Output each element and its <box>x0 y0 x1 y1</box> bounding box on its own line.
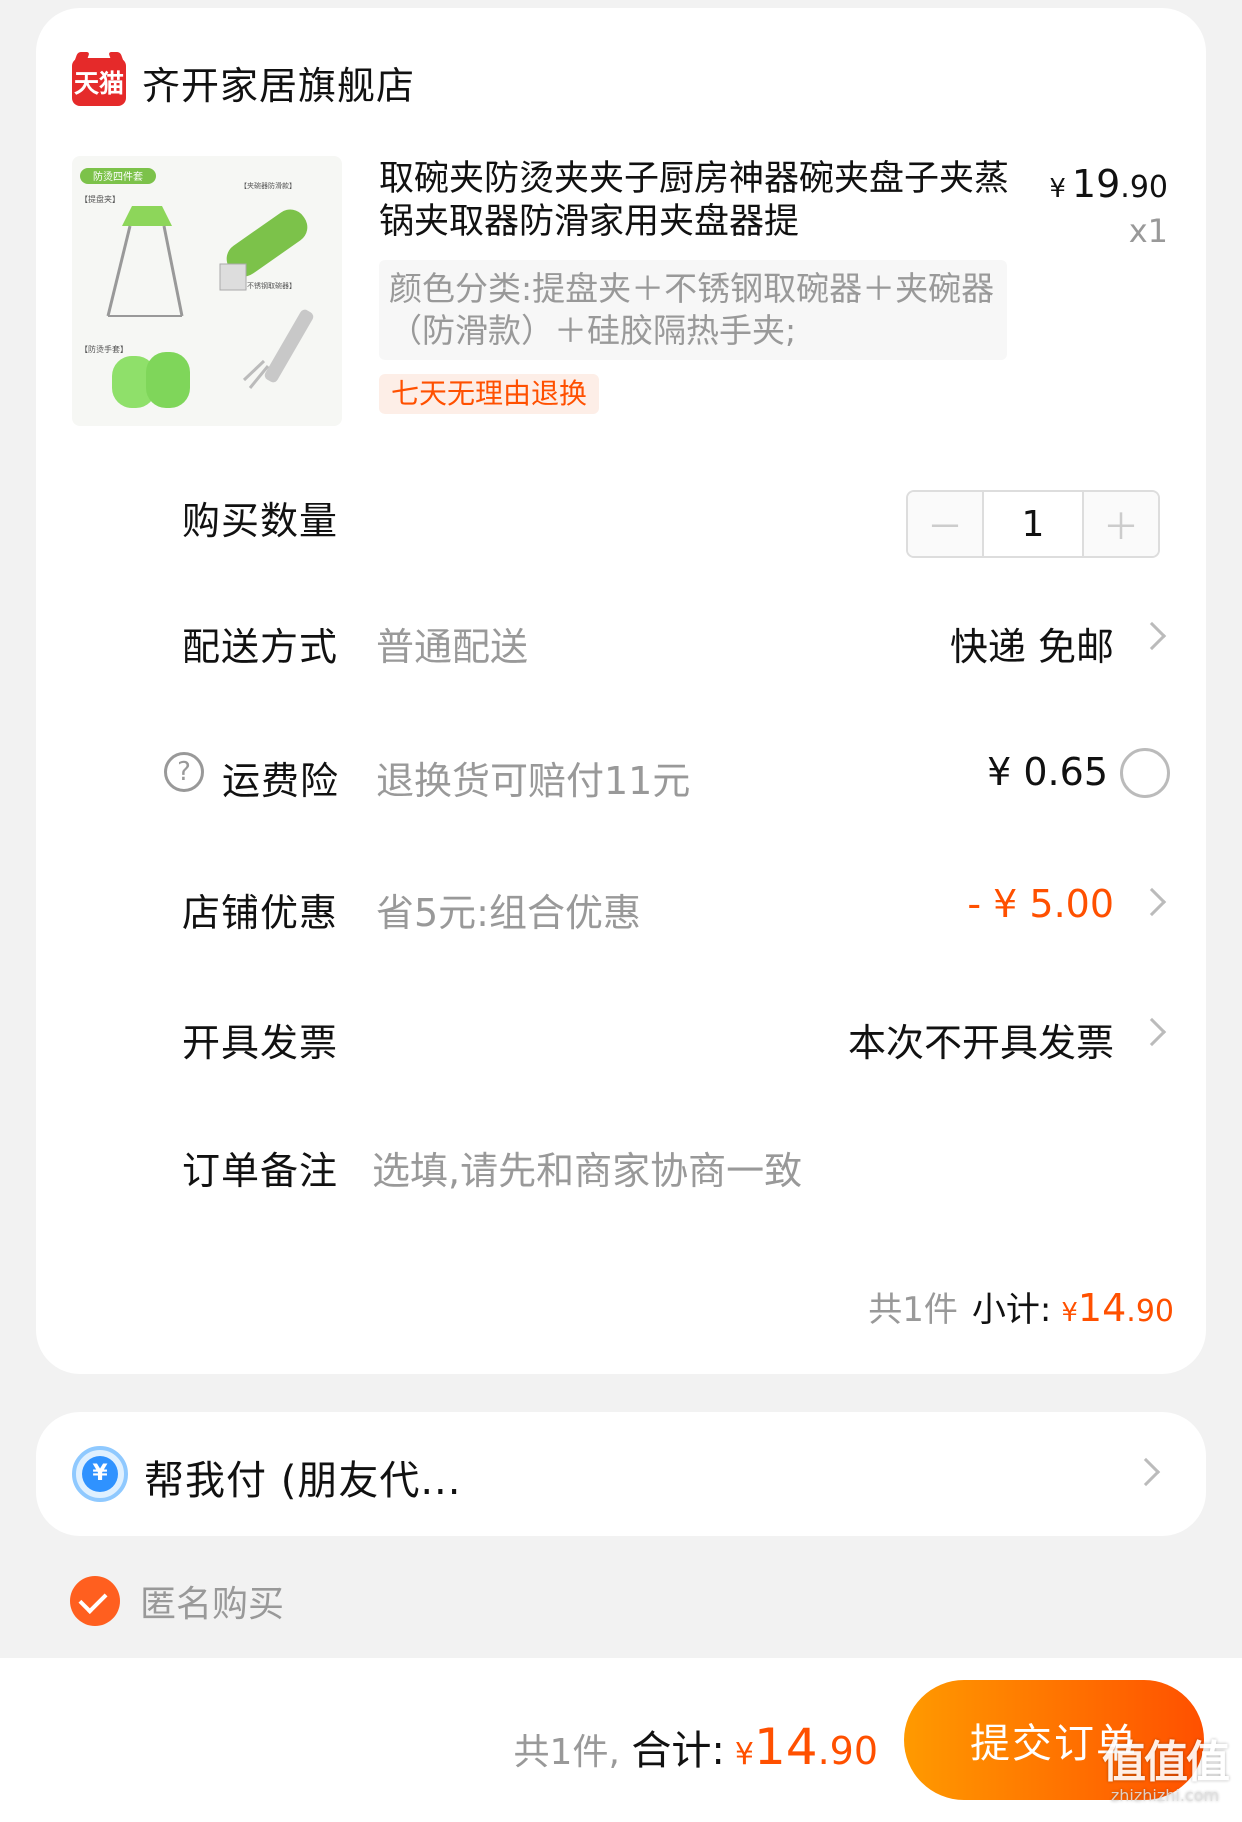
insurance-radio[interactable] <box>1120 748 1170 798</box>
discount-label: 店铺优惠 <box>182 891 339 935</box>
product-title[interactable]: 取碗夹防烫夹夹子厨房神器碗夹盘子夹蒸锅夹取器防滑家用夹盘器提 <box>379 158 1009 244</box>
friend-pay-label: 帮我付 (朋友代... <box>144 1458 462 1504</box>
invoice-label: 开具发票 <box>182 1021 339 1065</box>
delivery-value: 快递 免邮 <box>949 625 1114 669</box>
image-label-plate-clip: 【提盘夹】 <box>80 194 120 204</box>
image-label-bowl-clip: 【夹碗器防滑款】 <box>240 181 296 190</box>
total-label: 合计: <box>631 1728 725 1774</box>
quantity-minus-button[interactable]: － <box>908 492 982 556</box>
subtotal-currency: ¥ <box>1061 1298 1078 1328</box>
note-label: 订单备注 <box>182 1149 339 1193</box>
tmall-logo-text: 天猫 <box>73 69 124 98</box>
quantity-value[interactable]: 1 <box>982 492 1084 556</box>
watermark: 值值值 zhizhizhi.com <box>1102 1737 1230 1806</box>
total-currency: ¥ <box>734 1737 754 1772</box>
insurance-label: 运费险 <box>222 759 340 803</box>
chevron-right-icon <box>1137 1017 1167 1047</box>
image-label-gloves: 【防烫手套】 <box>80 344 128 354</box>
price-decimal: .90 <box>1120 170 1168 205</box>
watermark-logo: 值值值 <box>1102 1737 1230 1788</box>
yuan-coin-icon: ¥ <box>72 1446 128 1502</box>
delivery-row[interactable]: 配送方式 普通配送 快递 免邮 <box>36 608 1206 669</box>
store-header[interactable]: 天猫 齐开家居旗舰店 <box>72 52 415 112</box>
yuan-coin-glyph: ¥ <box>82 1456 118 1492</box>
order-note-input[interactable]: 选填,请先和商家协商一致 <box>372 1140 802 1195</box>
image-label-steel-gripper: 【不锈钢取碗器】 <box>240 281 296 290</box>
order-note-row: 订单备注 选填,请先和商家协商一致 <box>36 1132 1206 1195</box>
subtotal-count: 共1件 <box>868 1290 958 1330</box>
total-integer: 14 <box>753 1718 818 1776</box>
return-policy-badge: 七天无理由退换 <box>379 374 600 414</box>
total-count: 共1件, <box>513 1732 620 1773</box>
price-currency: ¥ <box>1049 174 1066 204</box>
price-integer: 19 <box>1071 162 1121 206</box>
subtotal-integer: 14 <box>1077 1286 1127 1330</box>
chevron-right-icon <box>1131 1457 1161 1487</box>
help-icon[interactable]: ? <box>164 752 204 792</box>
quantity-label: 购买数量 <box>182 499 339 543</box>
friend-pay-row[interactable]: ¥ 帮我付 (朋友代... <box>36 1412 1206 1536</box>
bottom-bar: 共1件, 合计: ¥14.90 提交订单 值值值 zhizhizhi.com <box>0 1658 1242 1822</box>
discount-desc: 省5元:组合优惠 <box>376 891 641 935</box>
watermark-url: zhizhizhi.com <box>1110 1786 1220 1805</box>
product-image-drawing: 防烫四件套 【提盘夹】 【夹碗器防滑款】 【不锈钢取碗器】 【防烫手套】 <box>80 168 314 408</box>
delivery-desc: 普通配送 <box>376 625 529 669</box>
subtotal-decimal: .90 <box>1126 1294 1174 1329</box>
product-image[interactable]: 防烫四件套 【提盘夹】 【夹碗器防滑款】 【不锈钢取碗器】 【防烫手套】 <box>72 156 342 426</box>
sku-description[interactable]: 颜色分类:提盘夹＋不锈钢取碗器＋夹碗器（防滑款）＋硅胶隔热手夹; <box>379 260 1007 360</box>
tmall-logo: 天猫 <box>72 58 126 106</box>
total-decimal: .90 <box>817 1729 878 1773</box>
discount-value: - ¥ 5.00 <box>967 882 1114 926</box>
order-card: 天猫 齐开家居旗舰店 防烫四件套 【提盘夹】 【夹碗器防滑款】 【不锈钢取碗器】… <box>36 8 1206 1374</box>
product-price: ¥19.90 <box>1049 162 1168 206</box>
insurance-price: ¥ 0.65 <box>987 750 1108 794</box>
anonymous-purchase[interactable]: 匿名购买 <box>70 1574 284 1628</box>
order-total: 共1件, 合计: ¥14.90 <box>514 1718 878 1776</box>
subtotal-label: 小计: <box>971 1290 1052 1330</box>
store-name[interactable]: 齐开家居旗舰店 <box>142 55 415 110</box>
chevron-right-icon <box>1137 621 1167 651</box>
invoice-row[interactable]: 开具发票 本次不开具发票 <box>36 1004 1206 1065</box>
invoice-value: 本次不开具发票 <box>847 1021 1114 1065</box>
quantity-stepper[interactable]: － 1 ＋ <box>906 490 1160 558</box>
shipping-insurance-row: ? 运费险 退换货可赔付11元 ¥ 0.65 <box>36 742 1206 803</box>
product-quantity: x1 <box>1128 212 1168 250</box>
checkmark-icon[interactable] <box>70 1576 120 1626</box>
subtotal: 共1件 小计: ¥14.90 <box>868 1282 1174 1331</box>
delivery-label: 配送方式 <box>182 625 339 669</box>
image-label-set: 防烫四件套 <box>93 170 143 183</box>
insurance-desc: 退换货可赔付11元 <box>376 759 691 803</box>
store-discount-row[interactable]: 店铺优惠 省5元:组合优惠 - ¥ 5.00 <box>36 874 1206 935</box>
chevron-right-icon <box>1137 887 1167 917</box>
quantity-plus-button[interactable]: ＋ <box>1084 492 1158 556</box>
anonymous-label: 匿名购买 <box>140 1584 285 1625</box>
